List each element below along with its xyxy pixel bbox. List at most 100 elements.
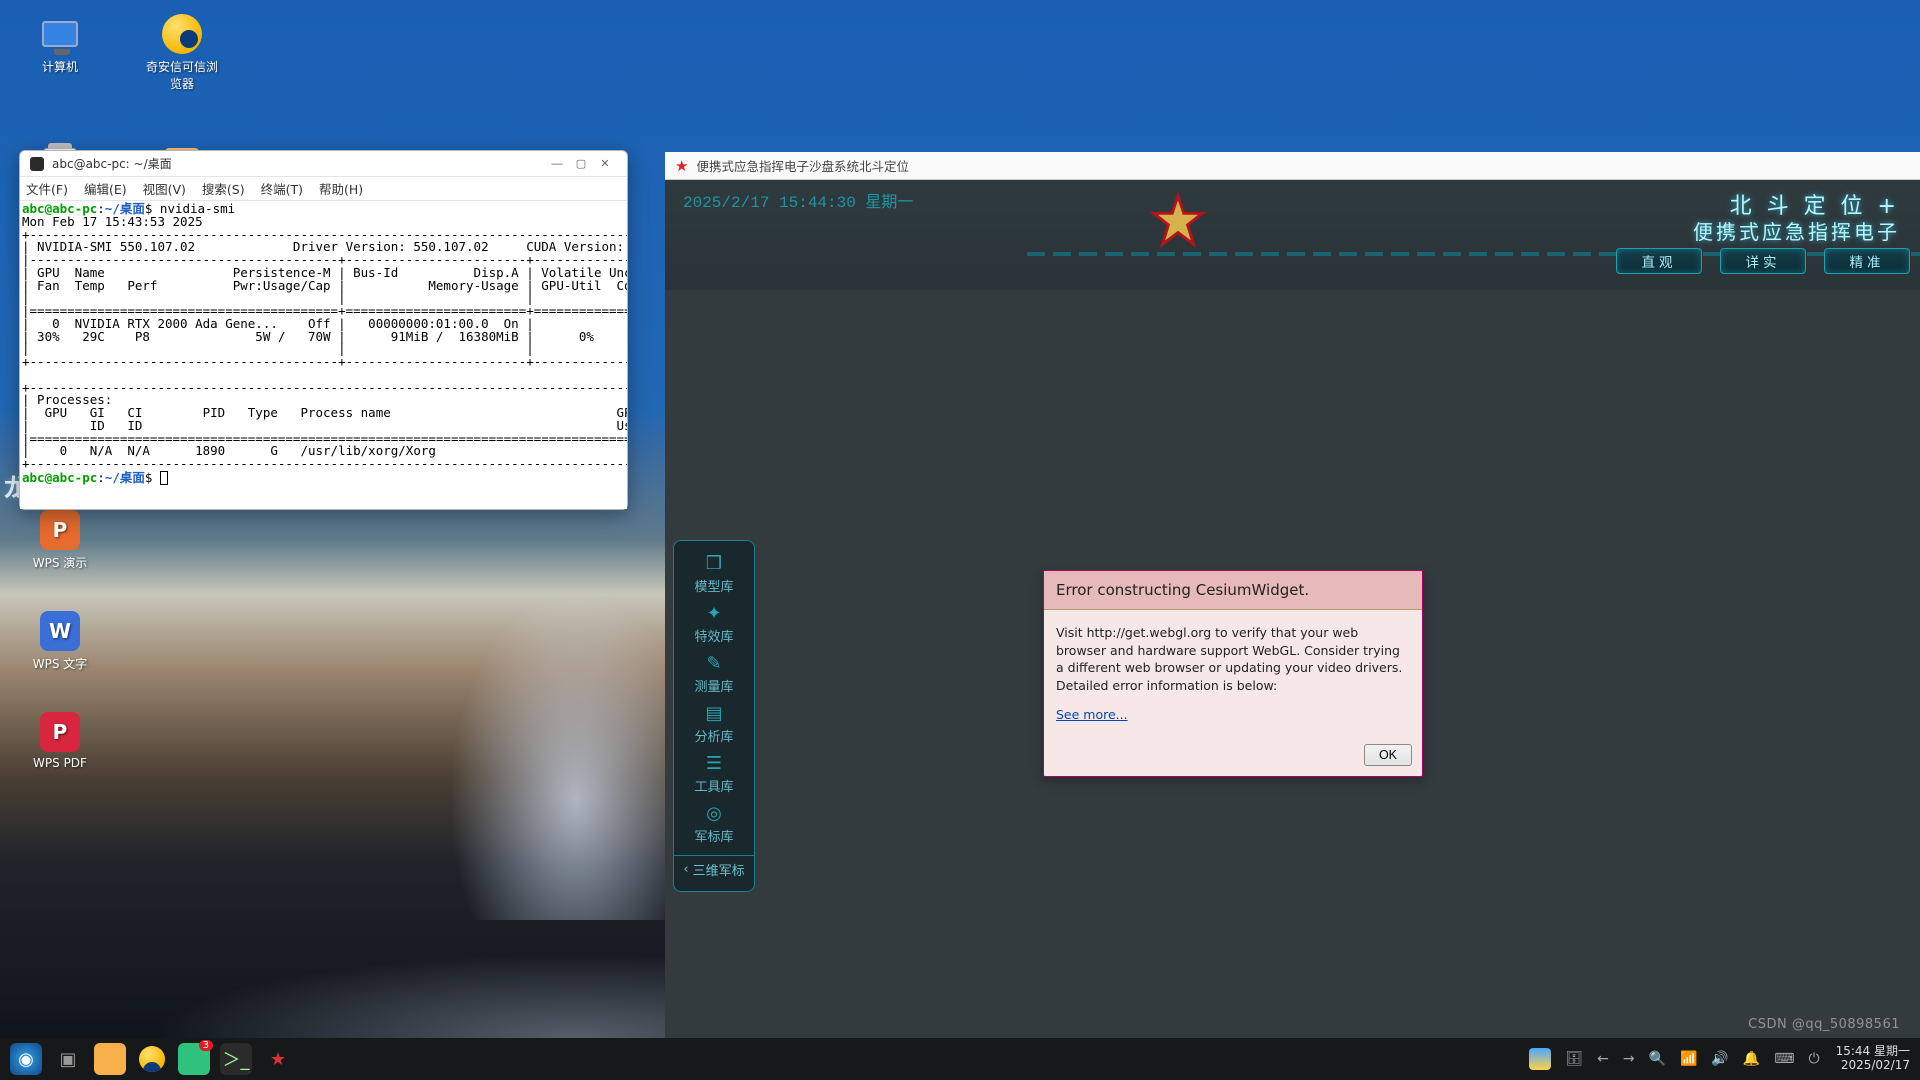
qax-icon (162, 14, 202, 54)
qax-icon (139, 1046, 165, 1072)
sparkle-icon: ✦ (706, 603, 721, 624)
header-timestamp: 2025/2/17 15:44:30 星期一 (683, 188, 913, 212)
tool-label: 模型库 (694, 576, 733, 595)
start-button[interactable]: ◉ (10, 1043, 42, 1075)
terminal-output: Mon Feb 17 15:43:53 2025 +--------------… (22, 214, 627, 471)
wps-pdf-icon: P (40, 712, 80, 752)
tool-label: 分析库 (694, 726, 733, 745)
clock-time: 15:44 星期一 (1836, 1045, 1910, 1059)
tool-toolbox-library[interactable]: ☰ 工具库 (674, 749, 754, 799)
maximize-button[interactable]: ▢ (569, 154, 593, 174)
tool-label: 工具库 (694, 776, 733, 795)
error-dialog: Error constructing CesiumWidget. Visit h… (1043, 570, 1423, 777)
app-header: 2025/2/17 15:44:30 星期一 北 斗 定 位 + 便携式应急指挥… (665, 180, 1920, 290)
icon-label: WPS 文字 (33, 655, 88, 672)
tab-accurate[interactable]: 精准 (1824, 248, 1910, 274)
task-view-button[interactable]: ▣ (52, 1043, 84, 1075)
icon-label: WPS PDF (33, 756, 87, 770)
header-tabs: 直观 详实 精准 (1616, 248, 1920, 274)
monitor-icon (42, 21, 78, 47)
terminal-title: abc@abc-pc: ~/桌面 (52, 155, 172, 172)
icon-label: 奇安信可信浏览器 (146, 58, 218, 92)
desktop-icon-wps-presentation[interactable]: P WPS 演示 (24, 510, 96, 571)
terminal-window[interactable]: abc@abc-pc: ~/桌面 ― ▢ ✕ 文件(F) 编辑(E) 视图(V)… (19, 150, 628, 510)
tray-disk-icon[interactable]: 🗄 (1565, 1051, 1583, 1067)
desktop-icon-qax-browser[interactable]: 奇安信可信浏览器 (146, 14, 218, 92)
app-titlebar[interactable]: ★ 便携式应急指挥电子沙盘系统北斗定位 (665, 152, 1920, 180)
taskbar-app-chat[interactable]: 3 (178, 1043, 210, 1075)
tool-label: 军标库 (694, 826, 733, 845)
chart-icon: ▤ (705, 703, 722, 724)
icon-label: WPS 演示 (33, 554, 88, 571)
menu-view[interactable]: 视图(V) (143, 179, 186, 198)
terminal-titlebar[interactable]: abc@abc-pc: ~/桌面 ― ▢ ✕ (20, 151, 627, 177)
tool-label: 三维军标 (693, 860, 745, 879)
taskbar: ◉ ▣ 3 ＞_ ★ 🗄 ← → 🔍 📶 🔊 🔔 ⌨ ⏻ 15:44 星期一 2… (0, 1038, 1920, 1080)
close-button[interactable]: ✕ (593, 154, 617, 174)
tool-model-library[interactable]: ❒ 模型库 (674, 549, 754, 599)
star-icon: ★ (675, 157, 688, 175)
app-title: 便携式应急指挥电子沙盘系统北斗定位 (696, 156, 909, 175)
taskbar-app-files[interactable] (94, 1043, 126, 1075)
taskbar-app-sandtable[interactable]: ★ (262, 1043, 294, 1075)
minimize-button[interactable]: ― (545, 154, 569, 174)
clock-date: 2025/02/17 (1836, 1059, 1910, 1073)
banner-title-2: 便携式应急指挥电子 (1693, 216, 1900, 245)
badge-count: 3 (199, 1040, 213, 1051)
prompt-path-2: ~/桌面 (105, 470, 145, 485)
tray-wifi-icon[interactable]: 📶 (1680, 1051, 1697, 1067)
tray-search-icon[interactable]: 🔍 (1649, 1051, 1666, 1067)
menu-terminal[interactable]: 终端(T) (261, 179, 303, 198)
terminal-menubar: 文件(F) 编辑(E) 视图(V) 搜索(S) 终端(T) 帮助(H) (20, 177, 627, 201)
menu-search[interactable]: 搜索(S) (202, 179, 245, 198)
emblem-icon (1149, 192, 1207, 250)
tool-military-library[interactable]: ◎ 军标库 (674, 799, 754, 849)
terminal-body[interactable]: abc@abc-pc:~/桌面$ nvidia-smi Mon Feb 17 1… (20, 201, 627, 509)
tool-label: 特效库 (694, 626, 733, 645)
briefcase-icon: ☰ (706, 753, 722, 774)
tab-overview[interactable]: 直观 (1616, 248, 1702, 274)
app-window: ★ 便携式应急指挥电子沙盘系统北斗定位 2025/2/17 15:44:30 星… (665, 152, 1920, 1038)
see-more-link[interactable]: See more... (1056, 707, 1128, 722)
app-main: ❒ 模型库 ✦ 特效库 ✎ 测量库 ▤ 分析库 ☰ 工具库 ◎ 军标库 ‹ 三维军标 Erro… (665, 290, 1920, 1038)
error-dialog-title: Error constructing CesiumWidget. (1044, 571, 1422, 610)
system-tray: 🗄 ← → 🔍 📶 🔊 🔔 ⌨ ⏻ (1529, 1048, 1819, 1070)
taskbar-app-qax[interactable] (136, 1043, 168, 1075)
tray-weather-icon[interactable] (1529, 1048, 1551, 1070)
ruler-icon: ✎ (706, 653, 721, 674)
chevron-left-icon: ‹ (683, 862, 688, 877)
cube-icon: ❒ (706, 553, 722, 574)
tray-power-icon[interactable]: ⏻ (1809, 1051, 1820, 1067)
tray-input-icon[interactable]: ⌨ (1774, 1051, 1794, 1067)
watermark: CSDN @qq_50898561 (1748, 1017, 1900, 1032)
wps-p-icon: P (40, 510, 80, 550)
tray-forward-icon[interactable]: → (1623, 1051, 1635, 1067)
icon-label: 计算机 (42, 58, 78, 75)
tray-notification-icon[interactable]: 🔔 (1743, 1051, 1760, 1067)
desktop-icon-wps-pdf[interactable]: P WPS PDF (24, 712, 96, 770)
desktop-icon-computer[interactable]: 计算机 (24, 14, 96, 92)
tool-3d-military[interactable]: ‹ 三维军标 (674, 855, 754, 883)
tool-label: 测量库 (694, 676, 733, 695)
wps-w-icon: W (40, 611, 80, 651)
menu-help[interactable]: 帮助(H) (319, 179, 363, 198)
target-icon: ◎ (706, 803, 722, 824)
taskbar-clock[interactable]: 15:44 星期一 2025/02/17 (1836, 1045, 1910, 1073)
menu-file[interactable]: 文件(F) (26, 179, 68, 198)
menu-edit[interactable]: 编辑(E) (84, 179, 127, 198)
error-message: Visit http://get.webgl.org to verify tha… (1056, 624, 1410, 694)
desktop-icon-wps-writer[interactable]: W WPS 文字 (24, 611, 96, 672)
tool-measure-library[interactable]: ✎ 测量库 (674, 649, 754, 699)
prompt-user-2: abc@abc-pc (22, 470, 97, 485)
cursor (160, 471, 168, 485)
tool-analyze-library[interactable]: ▤ 分析库 (674, 699, 754, 749)
terminal-app-icon (30, 157, 44, 171)
ok-button[interactable]: OK (1364, 744, 1412, 766)
tray-volume-icon[interactable]: 🔊 (1711, 1051, 1728, 1067)
tray-back-icon[interactable]: ← (1597, 1051, 1609, 1067)
tool-panel: ❒ 模型库 ✦ 特效库 ✎ 测量库 ▤ 分析库 ☰ 工具库 ◎ 军标库 ‹ 三维军标 (673, 540, 755, 892)
taskbar-app-terminal[interactable]: ＞_ (220, 1043, 252, 1075)
tab-detail[interactable]: 详实 (1720, 248, 1806, 274)
error-dialog-body: Visit http://get.webgl.org to verify tha… (1044, 610, 1422, 738)
tool-effect-library[interactable]: ✦ 特效库 (674, 599, 754, 649)
